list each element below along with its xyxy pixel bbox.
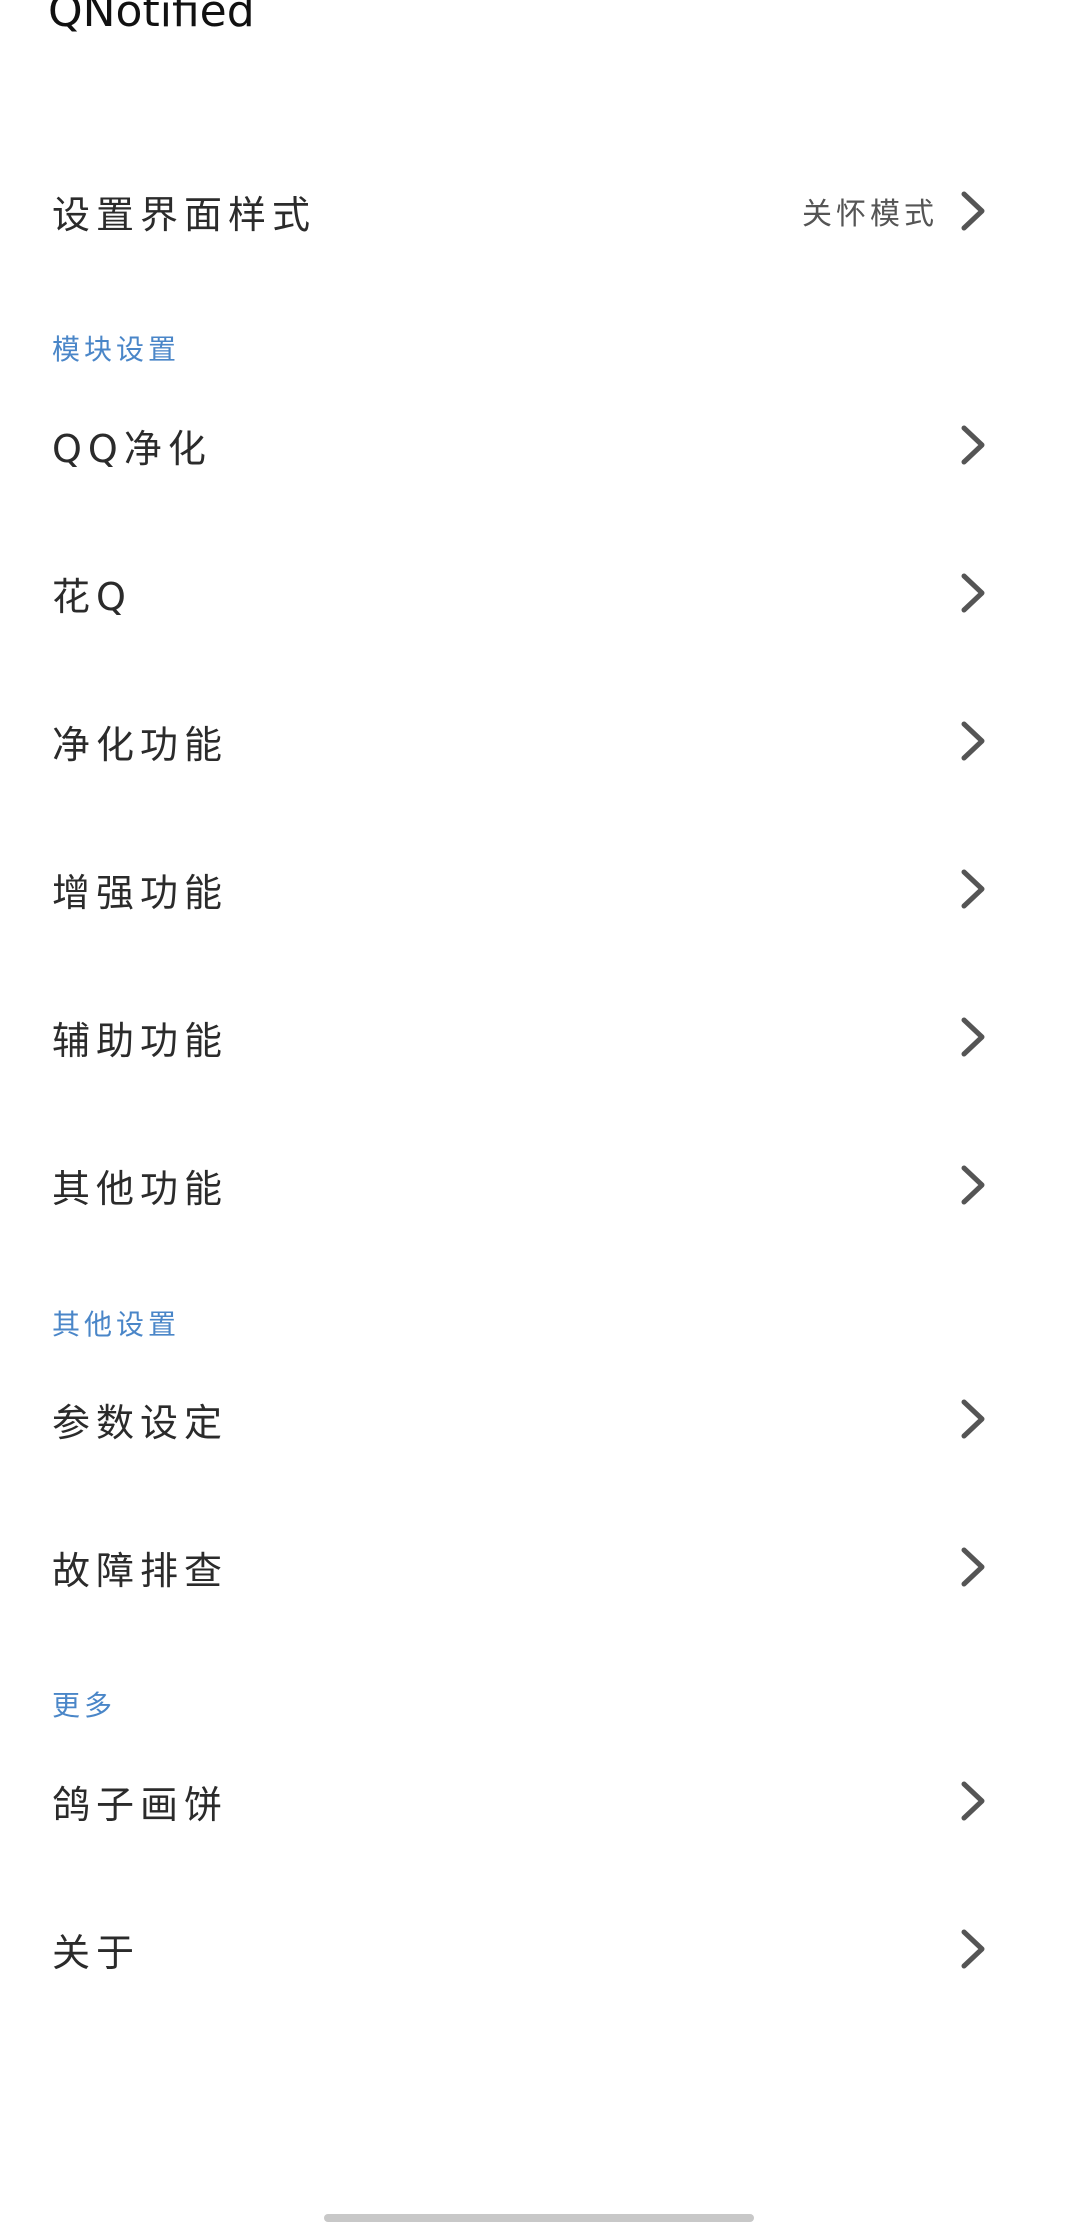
row-label: 其他功能 bbox=[52, 1166, 229, 1211]
row-label: QQ净化 bbox=[52, 426, 212, 471]
chevron-right-icon bbox=[961, 1165, 985, 1205]
settings-row-hua-q[interactable]: 花Q bbox=[0, 519, 1080, 667]
settings-row-about[interactable]: 关于 bbox=[0, 1875, 1080, 2023]
chevron-right-icon bbox=[961, 1781, 985, 1821]
row-label: 净化功能 bbox=[52, 722, 229, 767]
row-label: 花Q bbox=[52, 574, 132, 619]
chevron-right-icon bbox=[961, 573, 985, 613]
row-label: 关于 bbox=[52, 1930, 141, 1975]
chevron-right-icon bbox=[961, 1017, 985, 1057]
row-label: 设置界面样式 bbox=[52, 192, 317, 237]
settings-row-other-features[interactable]: 其他功能 bbox=[0, 1111, 1080, 1259]
home-indicator-bar[interactable] bbox=[324, 2214, 754, 2222]
settings-row-assist-features[interactable]: 辅助功能 bbox=[0, 963, 1080, 1111]
row-label: 参数设定 bbox=[52, 1400, 229, 1445]
row-label: 辅助功能 bbox=[52, 1018, 229, 1063]
settings-row-parameters[interactable]: 参数设定 bbox=[0, 1345, 1080, 1493]
section-header-modules: 模块设置 bbox=[52, 333, 181, 366]
section-header-other: 其他设置 bbox=[52, 1308, 181, 1341]
settings-row-interface-style[interactable]: 设置界面样式 关怀模式 bbox=[0, 137, 1080, 285]
settings-row-purify-features[interactable]: 净化功能 bbox=[0, 667, 1080, 815]
row-label: 鸽子画饼 bbox=[52, 1782, 229, 1827]
chevron-right-icon bbox=[961, 191, 985, 231]
row-label: 故障排查 bbox=[52, 1548, 229, 1593]
chevron-right-icon bbox=[961, 1929, 985, 1969]
section-header-more: 更多 bbox=[52, 1689, 117, 1722]
chevron-right-icon bbox=[961, 425, 985, 465]
chevron-right-icon bbox=[961, 1547, 985, 1587]
row-label: 增强功能 bbox=[52, 870, 229, 915]
settings-row-troubleshoot[interactable]: 故障排查 bbox=[0, 1493, 1080, 1641]
chevron-right-icon bbox=[961, 1399, 985, 1439]
settings-screen: QNotified 设置界面样式 关怀模式 模块设置 QQ净化 花Q 净化功能 … bbox=[0, 0, 1080, 2224]
row-value: 关怀模式 bbox=[802, 197, 938, 232]
settings-row-qq-purify[interactable]: QQ净化 bbox=[0, 371, 1080, 519]
settings-row-roadmap[interactable]: 鸽子画饼 bbox=[0, 1727, 1080, 1875]
settings-row-enhance-features[interactable]: 增强功能 bbox=[0, 815, 1080, 963]
app-title: QNotified bbox=[48, 0, 255, 37]
chevron-right-icon bbox=[961, 869, 985, 909]
chevron-right-icon bbox=[961, 721, 985, 761]
